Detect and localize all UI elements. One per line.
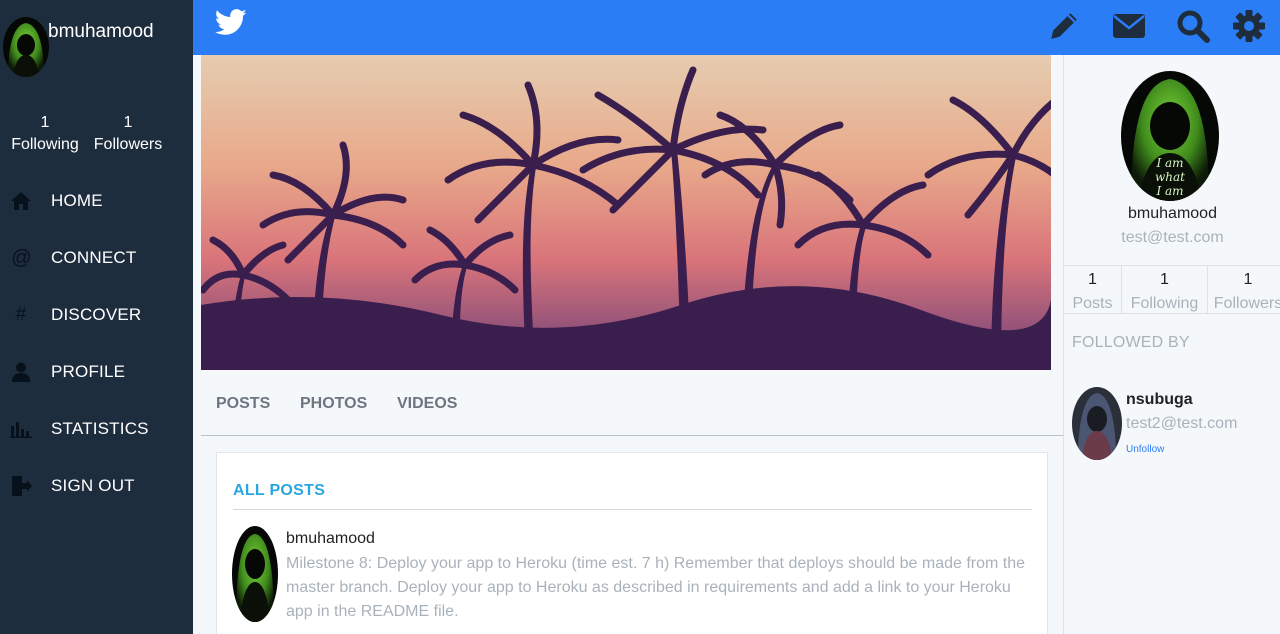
tab-posts[interactable]: POSTS bbox=[216, 395, 270, 413]
profile-stats: 1 Posts 1 Following 1 Followers bbox=[1064, 265, 1280, 314]
unfollow-button[interactable]: Unfollow bbox=[1126, 444, 1164, 455]
avatar-caption: I am bbox=[1155, 156, 1183, 170]
home-icon bbox=[10, 190, 32, 212]
following-label: Following bbox=[1130, 295, 1199, 312]
nav-label: PROFILE bbox=[51, 362, 126, 381]
avatar[interactable] bbox=[232, 526, 278, 622]
tab-photos[interactable]: PHOTOS bbox=[300, 395, 367, 413]
follower-email: test2@test.com bbox=[1126, 415, 1238, 432]
profile-email: test@test.com bbox=[1121, 229, 1224, 246]
follower-name[interactable]: nsubuga bbox=[1126, 391, 1193, 409]
followers-label: Followers bbox=[93, 136, 163, 153]
nav-label: CONNECT bbox=[51, 248, 137, 267]
profile-summary-panel: I am what I am bmuhamood test@test.com 1… bbox=[1063, 55, 1280, 634]
cover-image bbox=[201, 55, 1051, 370]
followers-stat[interactable]: 1 Followers bbox=[1208, 266, 1280, 314]
followers-label: Followers bbox=[1213, 295, 1280, 312]
profile-tabs: POSTS PHOTOS VIDEOS bbox=[201, 370, 1063, 436]
hashtag-icon: # bbox=[15, 304, 27, 325]
avatar[interactable]: I am what I am bbox=[1121, 71, 1219, 201]
twitter-logo-icon[interactable] bbox=[214, 9, 249, 39]
nav-item-profile[interactable]: PROFILE bbox=[0, 352, 193, 392]
envelope-icon[interactable] bbox=[1111, 8, 1147, 44]
followers-count: 1 bbox=[123, 114, 133, 131]
gear-icon[interactable] bbox=[1231, 8, 1267, 44]
tab-videos[interactable]: VIDEOS bbox=[397, 395, 457, 413]
following-count: 1 bbox=[40, 114, 50, 131]
followed-by-heading: FOLLOWED BY bbox=[1072, 334, 1190, 351]
nav-label: DISCOVER bbox=[51, 305, 142, 324]
nav-label: HOME bbox=[51, 191, 103, 210]
posts-label: Posts bbox=[1072, 295, 1113, 312]
pencil-icon[interactable] bbox=[1046, 8, 1082, 44]
posts-count: 1 bbox=[1088, 271, 1097, 288]
following-stat[interactable]: 1 Following bbox=[1122, 266, 1208, 314]
avatar[interactable] bbox=[3, 17, 49, 77]
sign-out-icon bbox=[10, 475, 32, 497]
nav-item-connect[interactable]: @ CONNECT bbox=[0, 238, 193, 278]
sidebar: bmuhamood 1 Following 1 Followers HOME @… bbox=[0, 0, 193, 634]
nav-item-discover[interactable]: # DISCOVER bbox=[0, 295, 193, 335]
avatar-caption: what bbox=[1155, 170, 1185, 184]
following-label: Following bbox=[11, 136, 79, 153]
nav-item-statistics[interactable]: STATISTICS bbox=[0, 409, 193, 449]
nav-item-sign-out[interactable]: SIGN OUT bbox=[0, 466, 193, 506]
followers-count: 1 bbox=[1243, 271, 1253, 288]
top-bar bbox=[193, 0, 1280, 55]
search-icon[interactable] bbox=[1175, 8, 1211, 44]
following-stat[interactable]: 1 Following bbox=[8, 112, 82, 156]
username: bmuhamood bbox=[48, 21, 154, 42]
avatar[interactable] bbox=[1072, 387, 1122, 460]
avatar-caption: I am bbox=[1155, 184, 1183, 198]
following-count: 1 bbox=[1160, 271, 1169, 288]
posts-stat[interactable]: 1 Posts bbox=[1064, 266, 1122, 314]
bar-chart-icon bbox=[10, 418, 32, 440]
posts-card-title: ALL POSTS bbox=[233, 482, 326, 499]
followers-stat[interactable]: 1 Followers bbox=[90, 112, 166, 156]
nav-item-home[interactable]: HOME bbox=[0, 181, 193, 221]
post-username[interactable]: bmuhamood bbox=[286, 530, 375, 548]
user-icon bbox=[10, 361, 32, 383]
divider bbox=[233, 509, 1032, 510]
at-icon: @ bbox=[10, 246, 32, 269]
profile-name: bmuhamood bbox=[1128, 205, 1217, 222]
nav-label: STATISTICS bbox=[51, 419, 149, 438]
post-text: Milestone 8: Deploy your app to Heroku (… bbox=[286, 555, 1026, 620]
posts-card: ALL POSTS bmuhamood Milestone 8: Deploy … bbox=[216, 452, 1048, 634]
nav-label: SIGN OUT bbox=[51, 476, 135, 495]
